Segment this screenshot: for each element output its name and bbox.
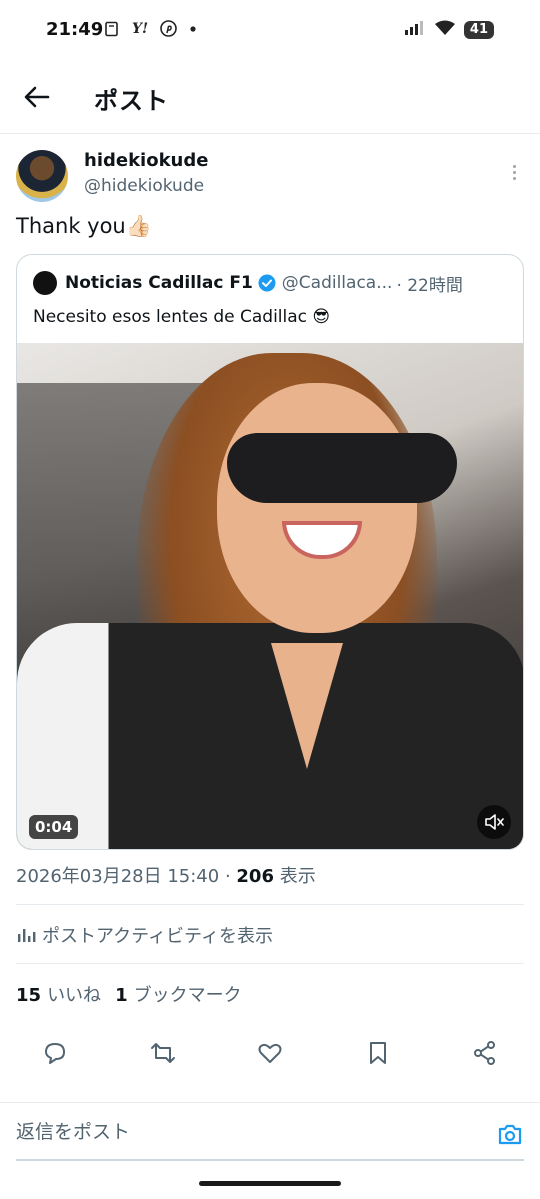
views-count: 206 — [236, 866, 274, 887]
status-system-icons: 41 — [404, 20, 494, 40]
retweet-button[interactable] — [148, 1038, 178, 1068]
share-button[interactable] — [470, 1038, 500, 1068]
bookmark-button[interactable] — [363, 1038, 393, 1068]
reply-underline — [16, 1159, 524, 1161]
quoted-author-handle: @Cadillaca... — [281, 273, 393, 293]
wifi-icon — [434, 20, 456, 40]
post-author: hidekiokude @hidekiokude — [16, 148, 524, 208]
author-name[interactable]: hidekiokude — [84, 150, 208, 171]
post-activity-link[interactable]: ポストアクティビティを表示 — [16, 922, 273, 948]
bookmarks-count: 1 — [115, 985, 128, 1006]
arrow-left-icon — [24, 86, 50, 108]
bookmarks-stat[interactable]: 1 ブックマーク — [115, 985, 242, 1006]
top-app-bar: ポスト — [0, 62, 540, 134]
dot-icon — [189, 25, 197, 33]
more-dot-icon — [512, 176, 516, 180]
likes-stat[interactable]: 15 いいね — [16, 985, 101, 1006]
video-duration: 0:04 — [29, 815, 79, 839]
quoted-post[interactable]: Noticias Cadillac F1 @Cadillaca... · 22時… — [16, 254, 524, 850]
home-indicator[interactable] — [199, 1181, 341, 1186]
verified-badge-icon — [258, 274, 276, 292]
video-player[interactable]: 0:04 — [17, 343, 523, 849]
more-dot-icon — [512, 170, 516, 174]
reply-composer — [0, 1102, 540, 1162]
status-bar: 21:49 Y! 41 — [0, 0, 540, 62]
reply-icon — [45, 1043, 65, 1064]
signal-icon — [404, 20, 426, 40]
divider — [16, 963, 524, 964]
bookmarks-label: ブックマーク — [133, 985, 242, 1006]
battery-indicator: 41 — [463, 21, 494, 39]
bookmark-icon — [369, 1042, 386, 1064]
post-text: Thank you👍🏻 — [16, 214, 152, 238]
post-timestamp: 2026年03月28日 15:40 — [16, 866, 220, 887]
video-subject-face — [217, 383, 417, 633]
yahoo-icon: Y! — [132, 20, 149, 37]
likes-count: 15 — [16, 985, 42, 1006]
share-icon — [474, 1041, 495, 1065]
analytics-icon — [18, 929, 36, 942]
likes-label: いいね — [47, 985, 102, 1006]
pinterest-icon — [160, 20, 177, 37]
status-notification-icons: Y! — [104, 20, 197, 37]
meta-separator: · — [219, 866, 237, 887]
camera-button[interactable] — [496, 1121, 524, 1147]
more-options-button[interactable] — [504, 160, 524, 184]
avatar[interactable] — [16, 150, 68, 202]
quoted-post-time: · 22時間 — [396, 275, 463, 296]
camera-icon — [498, 1124, 522, 1145]
mute-button[interactable] — [477, 805, 511, 839]
quoted-author-name: Noticias Cadillac F1 — [65, 273, 253, 293]
post-meta: 2026年03月28日 15:40 · 206 表示 — [16, 862, 316, 888]
video-subject-glasses — [227, 433, 457, 503]
reply-input[interactable] — [16, 1121, 456, 1143]
reply-button[interactable] — [40, 1038, 70, 1068]
quoted-post-text: Necesito esos lentes de Cadillac 😎 — [33, 307, 331, 327]
retweet-icon — [150, 1043, 175, 1063]
status-time: 21:49 — [46, 19, 104, 40]
more-dot-icon — [512, 164, 516, 168]
divider — [16, 904, 524, 905]
quoted-post-header: Noticias Cadillac F1 @Cadillaca... · 22時… — [33, 269, 511, 297]
notes-icon — [104, 21, 120, 37]
like-icon — [258, 1043, 282, 1063]
quoted-avatar — [33, 271, 57, 295]
post-stats: 15 いいね 1 ブックマーク — [16, 981, 242, 1007]
post-activity-label: ポストアクティビティを表示 — [42, 926, 273, 947]
video-subject-jacket — [17, 623, 523, 849]
views-label: 表示 — [273, 866, 316, 887]
page-title: ポスト — [94, 87, 169, 115]
post-action-bar — [40, 1036, 500, 1070]
back-button[interactable] — [22, 82, 52, 112]
author-handle[interactable]: @hidekiokude — [84, 176, 204, 196]
like-button[interactable] — [255, 1038, 285, 1068]
volume-muted-icon — [485, 814, 504, 830]
